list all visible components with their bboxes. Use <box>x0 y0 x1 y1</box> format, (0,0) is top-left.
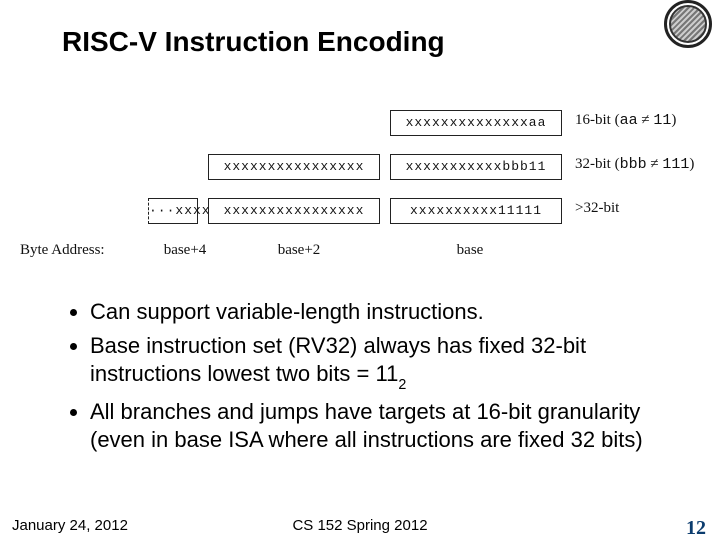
byte-address-label: Byte Address: <box>20 242 105 259</box>
subscript-2: 2 <box>398 377 406 393</box>
bullet-item: Can support variable-length instructions… <box>90 298 668 326</box>
footer-page-number: 12 <box>686 517 706 540</box>
footer-course: CS 152 Spring 2012 <box>0 517 720 534</box>
byte-address-tick: base <box>440 242 500 259</box>
neq-icon: ≠ <box>647 156 663 172</box>
slide: RISC-V Instruction Encoding xxxxxxxxxxxx… <box>0 0 720 540</box>
bullet-list: Can support variable-length instructions… <box>68 298 668 460</box>
byte-address-tick: base+2 <box>264 242 334 259</box>
bullet-item: All branches and jumps have targets at 1… <box>90 398 668 454</box>
bullet-item: Base instruction set (RV32) always has f… <box>90 332 668 392</box>
slide-title: RISC-V Instruction Encoding <box>62 26 445 58</box>
encoding-row-16bit: xxxxxxxxxxxxxxaa 16-bit (aa ≠ 11) <box>20 110 700 150</box>
encoding-cell: xxxxxxxxxx11111 <box>390 198 562 224</box>
encoding-row-label: 32-bit (bbb ≠ 111) <box>575 156 694 173</box>
encoding-diagram: xxxxxxxxxxxxxxaa 16-bit (aa ≠ 11) xxxxxx… <box>20 110 700 266</box>
seal-icon <box>664 0 712 48</box>
label-prefix: 32-bit ( <box>575 156 620 172</box>
label-rhs: 111 <box>662 156 689 173</box>
label-lhs: aa <box>620 112 638 129</box>
neq-icon: ≠ <box>638 112 654 128</box>
encoding-cell: ···xxxx <box>148 198 198 224</box>
encoding-cell: xxxxxxxxxxxbbb11 <box>390 154 562 180</box>
encoding-row-gt32bit: ···xxxx xxxxxxxxxxxxxxxx xxxxxxxxxx11111… <box>20 198 700 238</box>
label-rhs: 11 <box>653 112 671 129</box>
label-prefix: 16-bit ( <box>575 112 620 128</box>
encoding-row-label: 16-bit (aa ≠ 11) <box>575 112 676 129</box>
label-suffix: ) <box>671 112 676 128</box>
encoding-cell: xxxxxxxxxxxxxxxx <box>208 154 380 180</box>
encoding-cell: xxxxxxxxxxxxxxaa <box>390 110 562 136</box>
seal-inner-icon <box>669 5 707 43</box>
encoding-cell: xxxxxxxxxxxxxxxx <box>208 198 380 224</box>
label-lhs: bbb <box>620 156 647 173</box>
label-suffix: ) <box>689 156 694 172</box>
byte-address-tick: base+4 <box>150 242 220 259</box>
byte-address-row: Byte Address: base+4 base+2 base <box>20 242 700 266</box>
bullet-text: Base instruction set (RV32) always has f… <box>90 333 586 386</box>
encoding-row-label: >32-bit <box>575 200 619 217</box>
encoding-row-32bit: xxxxxxxxxxxxxxxx xxxxxxxxxxxbbb11 32-bit… <box>20 154 700 194</box>
